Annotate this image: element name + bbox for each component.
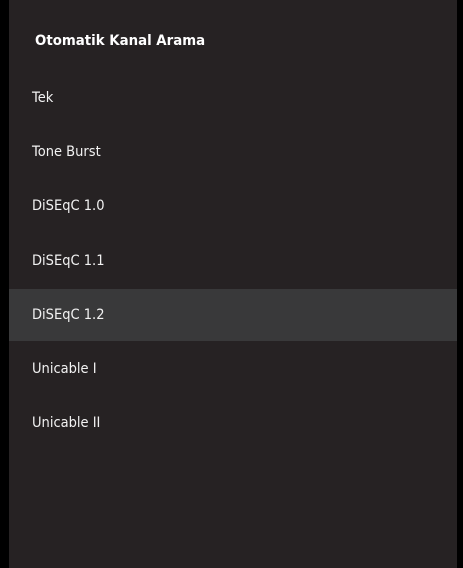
list-item-label: Tone Burst — [32, 144, 101, 161]
list-item-tek[interactable]: Tek — [9, 72, 457, 124]
list-item-diseqc-1-2[interactable]: DiSEqC 1.2 — [9, 288, 457, 341]
list-item-label: Unicable I — [32, 360, 97, 377]
list-item-label: DiSEqC 1.1 — [32, 252, 105, 269]
list-item-unicable-i[interactable]: Unicable I — [9, 343, 457, 395]
list-item-label: Unicable II — [32, 415, 101, 432]
list-item-label: Tek — [32, 90, 54, 106]
list-item-unicable-ii[interactable]: Unicable II — [9, 397, 457, 449]
list-item-diseqc-1-1[interactable]: DiSEqC 1.1 — [9, 235, 457, 287]
settings-panel: Otomatik Kanal Arama Tek Tone Burst DiSE… — [9, 0, 457, 568]
panel-title: Otomatik Kanal Arama — [35, 33, 206, 49]
list-item-label: DiSEqC 1.2 — [32, 306, 105, 323]
option-list: Tek Tone Burst DiSEqC 1.0 DiSEqC 1.1 DiS… — [9, 72, 457, 451]
list-item-diseqc-1-0[interactable]: DiSEqC 1.0 — [9, 180, 457, 232]
list-item-tone-burst[interactable]: Tone Burst — [9, 126, 457, 178]
list-item-label: DiSEqC 1.0 — [32, 198, 105, 215]
